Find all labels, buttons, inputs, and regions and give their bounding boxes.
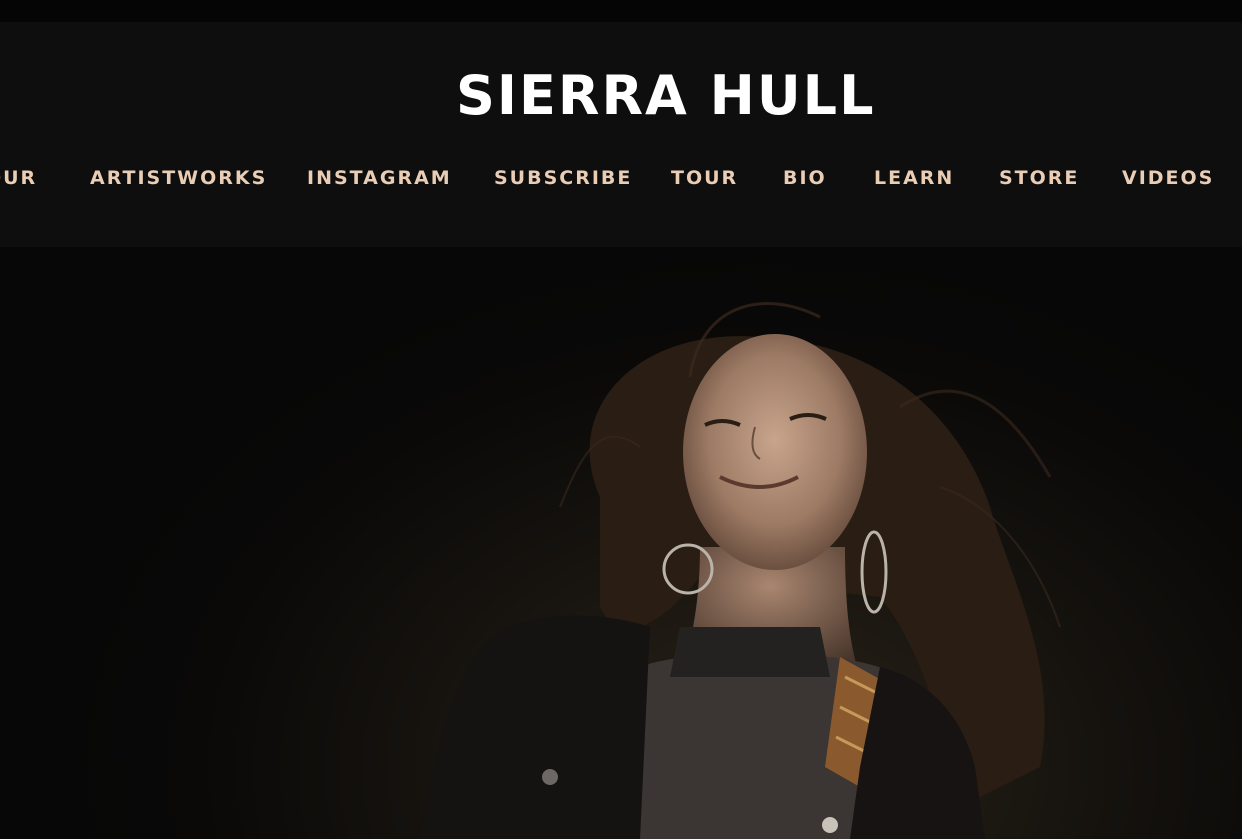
nav-item-instagram[interactable]: INSTAGRAM <box>307 163 452 193</box>
site-title-link[interactable]: SIERRA HULL <box>456 64 874 128</box>
main-nav: TOUR ARTISTWORKS INSTAGRAM SUBSCRIBE TOU… <box>0 163 1242 193</box>
top-strip <box>0 0 1242 22</box>
nav-item-artistworks[interactable]: ARTISTWORKS <box>90 163 267 193</box>
site-header: SIERRA HULL TOUR ARTISTWORKS INSTAGRAM S… <box>0 22 1242 247</box>
nav-item-learn[interactable]: LEARN <box>874 163 954 193</box>
artist-portrait-illustration <box>420 302 1061 839</box>
nav-item-videos[interactable]: VIDEOS <box>1122 163 1214 193</box>
face-shape <box>683 334 867 570</box>
nav-item-bio[interactable]: BIO <box>783 163 827 193</box>
page: SIERRA HULL TOUR ARTISTWORKS INSTAGRAM S… <box>0 0 1242 839</box>
nav-item-tour-partial[interactable]: TOUR <box>0 163 37 193</box>
nav-item-subscribe[interactable]: SUBSCRIBE <box>494 163 632 193</box>
hero-image <box>0 247 1242 839</box>
nav-item-store[interactable]: STORE <box>999 163 1079 193</box>
nav-item-tour[interactable]: TOUR <box>671 163 738 193</box>
jacket-left-shape <box>420 615 650 839</box>
